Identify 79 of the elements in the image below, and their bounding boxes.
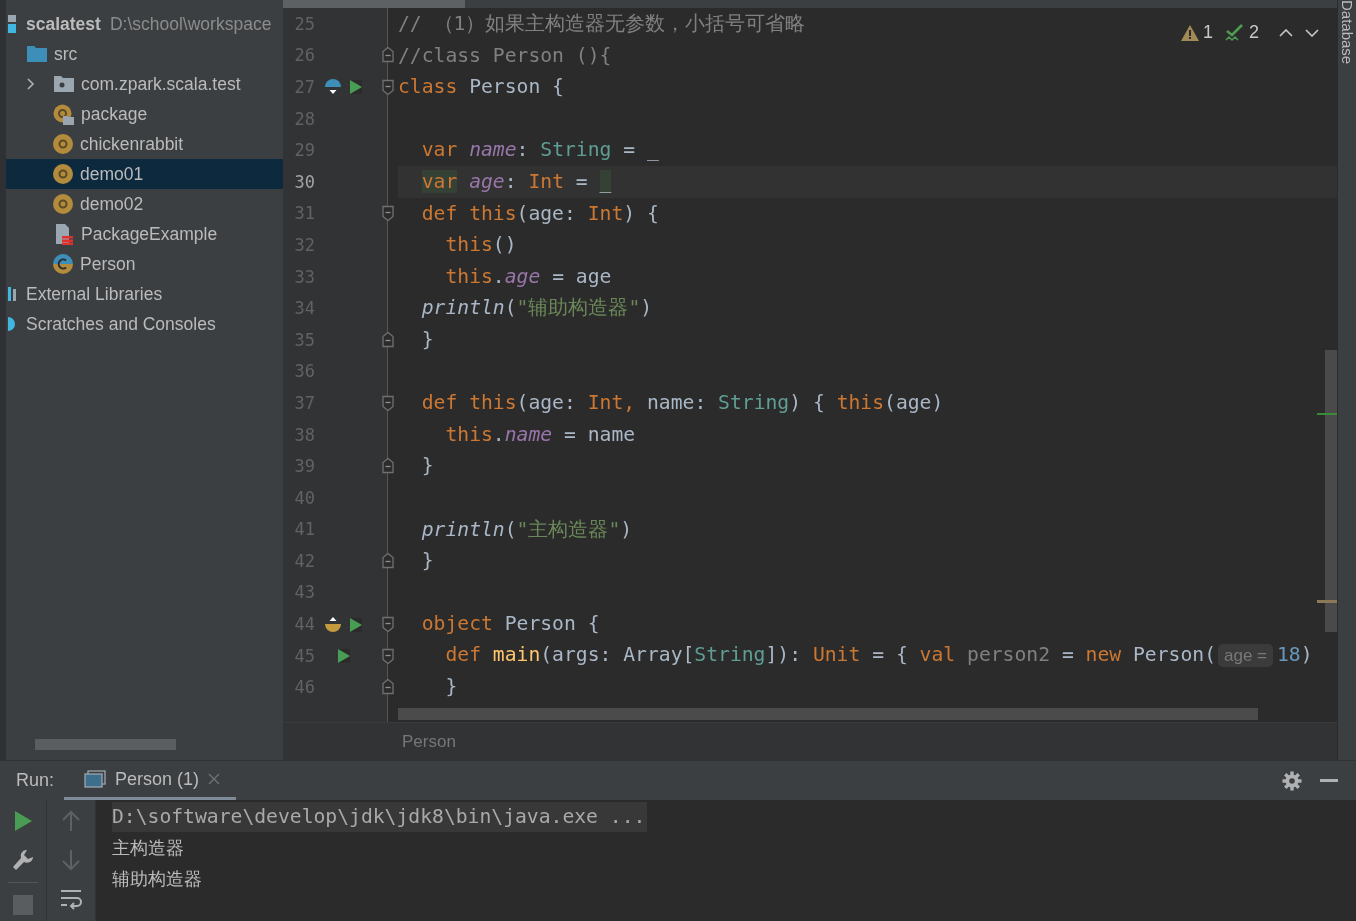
code-line: }: [420, 326, 434, 353]
run-icon[interactable]: [350, 616, 362, 632]
tree-item[interactable]: PackageExample: [6, 219, 283, 249]
change-marker: [1317, 413, 1337, 415]
check-icon[interactable]: [1225, 24, 1245, 41]
object-icon: [53, 164, 73, 184]
tree-item[interactable]: Person: [6, 249, 283, 279]
scrollbar[interactable]: [1325, 350, 1337, 632]
chevron-up-icon[interactable]: [1279, 28, 1293, 37]
object-icon: [53, 134, 73, 154]
scrollbar[interactable]: [35, 739, 176, 750]
code-line: def main(args: Array[String]): Unit = { val person2 = new Person( age = 18): [444, 642, 1313, 670]
tree-item[interactable]: External Libraries: [6, 279, 283, 309]
tree-item[interactable]: scalatest D:\school\workspace: [6, 9, 283, 39]
panel-title: Run:: [16, 770, 55, 791]
object-icon: [53, 103, 74, 125]
code-line: }: [420, 548, 434, 575]
chevron-down-icon[interactable]: [1305, 28, 1319, 37]
tree-item[interactable]: Scratches and Consoles: [6, 309, 283, 339]
passed-count: 2: [1249, 22, 1259, 43]
tree-item[interactable]: src: [6, 39, 283, 69]
code-line: //class Person (){: [398, 42, 612, 69]
folder-icon: [53, 76, 75, 92]
class-icon: [53, 254, 73, 274]
fold-icon[interactable]: [382, 79, 394, 95]
run-icon[interactable]: [12, 810, 34, 832]
tree-item[interactable]: demo02: [6, 189, 283, 219]
run-icon[interactable]: [338, 648, 350, 664]
console-icon: [84, 770, 107, 788]
object-icon: [53, 194, 73, 214]
tree-item[interactable]: package: [6, 99, 283, 129]
fold-icon[interactable]: [382, 679, 394, 696]
tree-item[interactable]: chickenrabbit: [6, 129, 283, 159]
console-output: 主构造器: [112, 836, 184, 860]
breadcrumb[interactable]: Person: [402, 731, 456, 752]
implementing-icon[interactable]: [325, 616, 341, 633]
fold-icon[interactable]: [382, 647, 394, 664]
module-icon: [8, 15, 16, 33]
fold-icon[interactable]: [382, 552, 394, 569]
code-line: var name: String = _: [420, 137, 659, 164]
warning-count: 1: [1202, 22, 1213, 43]
code-line: this(): [444, 232, 517, 259]
close-icon[interactable]: [208, 773, 221, 785]
settings-icon[interactable]: [1282, 770, 1302, 791]
soft-wrap-icon[interactable]: [60, 888, 82, 910]
fold-icon[interactable]: [382, 47, 394, 64]
tool-window-tab[interactable]: Database: [1338, 0, 1356, 65]
code-line: println("主构造器"): [420, 516, 633, 543]
fold-icon[interactable]: [382, 331, 394, 348]
code-line: this.name = name: [444, 421, 636, 448]
console-output: 辅助构造器: [112, 867, 202, 891]
scala-file-icon: [56, 223, 73, 245]
warning-icon[interactable]: [1180, 24, 1199, 41]
code-line: class Person {: [398, 74, 564, 101]
fold-icon[interactable]: [382, 458, 394, 475]
code-line: def this(age: Int) {: [420, 200, 659, 227]
scrollbar[interactable]: [283, 0, 465, 8]
warning-marker: [1317, 600, 1337, 603]
line-number: 30: [293, 171, 315, 192]
fold-icon[interactable]: [382, 616, 394, 633]
wrench-icon[interactable]: [12, 849, 34, 871]
fold-icon[interactable]: [382, 205, 394, 222]
run-icon[interactable]: [350, 79, 362, 95]
code-line: // （1）如果主构造器无参数，小括号可省略: [398, 11, 806, 37]
code-line: object Person {: [420, 611, 600, 638]
code-line: }: [444, 674, 458, 701]
implemented-icon[interactable]: [325, 79, 341, 95]
folder-icon: [26, 46, 48, 62]
code-line: var age: Int = _: [420, 168, 612, 195]
fold-icon[interactable]: [382, 394, 394, 411]
code-line: def this(age: Int, name: String) { this(age): [420, 390, 944, 417]
tree-item[interactable]: com.zpark.scala.test: [6, 69, 283, 99]
code-line: println("辅助构造器"): [420, 295, 653, 322]
tree-item[interactable]: demo01: [6, 159, 283, 189]
code-line: this.age = age: [444, 263, 612, 290]
scrollbar[interactable]: [398, 708, 1258, 720]
chevron-icon[interactable]: [26, 77, 36, 91]
library-icon: [8, 287, 16, 301]
code-line: }: [420, 453, 434, 480]
